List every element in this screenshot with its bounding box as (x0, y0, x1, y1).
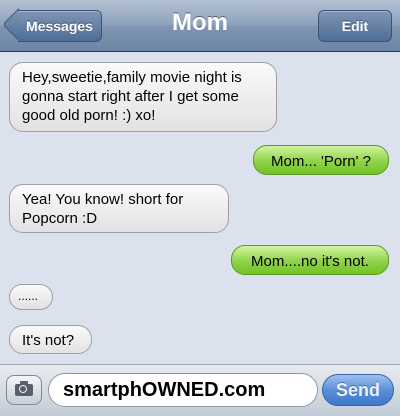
send-button-label: Send (335, 379, 380, 400)
camera-lens-icon (19, 385, 27, 393)
incoming-message: Yea! You know! short for Popcorn :D (9, 184, 229, 233)
incoming-message: Hey,sweetie,family movie night is gonna … (9, 62, 277, 132)
compose-bar: smartphOWNED.com Send (0, 364, 400, 416)
incoming-message: It's not? (9, 325, 92, 354)
outgoing-message: Mom... 'Porn' ? (253, 145, 389, 175)
edit-button-label: Edit (341, 18, 369, 34)
incoming-message: ...... (9, 284, 53, 310)
camera-button[interactable] (6, 375, 42, 405)
message-thread: Hey,sweetie,family movie night is gonna … (0, 52, 400, 364)
edit-button[interactable]: Edit (318, 10, 392, 42)
send-button[interactable]: Send (322, 374, 394, 406)
message-input[interactable]: smartphOWNED.com (48, 373, 318, 407)
outgoing-message: Mom....no it's not. (231, 245, 389, 275)
navigation-bar: Messages Mom Edit (0, 0, 400, 52)
